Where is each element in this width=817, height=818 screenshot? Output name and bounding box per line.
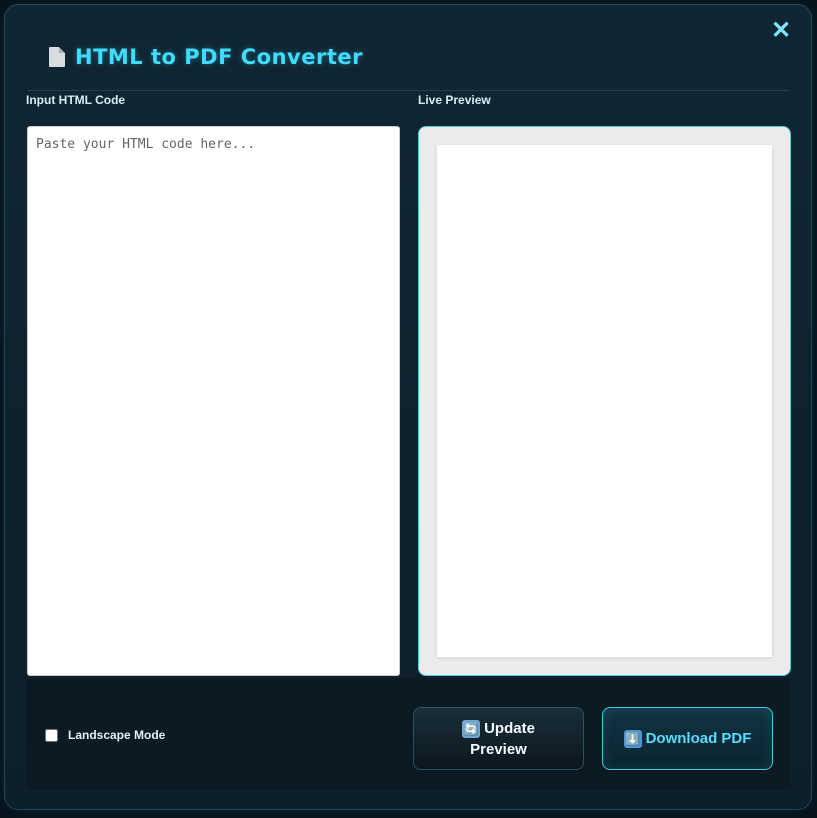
update-preview-button[interactable]: 🔄 Update Preview <box>413 707 584 770</box>
close-icon: ✕ <box>770 17 792 44</box>
update-label-line1: Update <box>484 719 535 737</box>
html-code-input[interactable] <box>27 126 400 676</box>
download-pdf-button[interactable]: ⬇️ Download PDF <box>602 707 773 770</box>
landscape-option[interactable]: Landscape Mode <box>45 728 165 742</box>
update-label-line2: Preview <box>470 740 527 758</box>
download-label: Download PDF <box>645 730 752 747</box>
title-row: HTML to PDF Converter <box>49 41 363 73</box>
download-icon: ⬇️ <box>623 729 642 748</box>
preview-page <box>437 145 772 657</box>
header-divider <box>27 90 789 91</box>
converter-modal: ✕ HTML to PDF Converter Input HTML Code … <box>4 4 812 810</box>
close-button[interactable]: ✕ <box>769 19 793 43</box>
input-html-label: Input HTML Code <box>26 93 126 107</box>
refresh-icon: 🔄 <box>462 719 481 738</box>
landscape-checkbox[interactable] <box>45 728 58 742</box>
page-title: HTML to PDF Converter <box>75 45 363 69</box>
landscape-label: Landscape Mode <box>68 728 166 742</box>
document-icon <box>49 47 65 67</box>
update-preview-content: 🔄 Update Preview <box>462 718 535 760</box>
action-bar: Landscape Mode 🔄 Update Preview ⬇️ Downlo… <box>27 678 791 790</box>
live-preview-frame <box>418 126 791 676</box>
live-preview-label: Live Preview <box>418 93 491 107</box>
